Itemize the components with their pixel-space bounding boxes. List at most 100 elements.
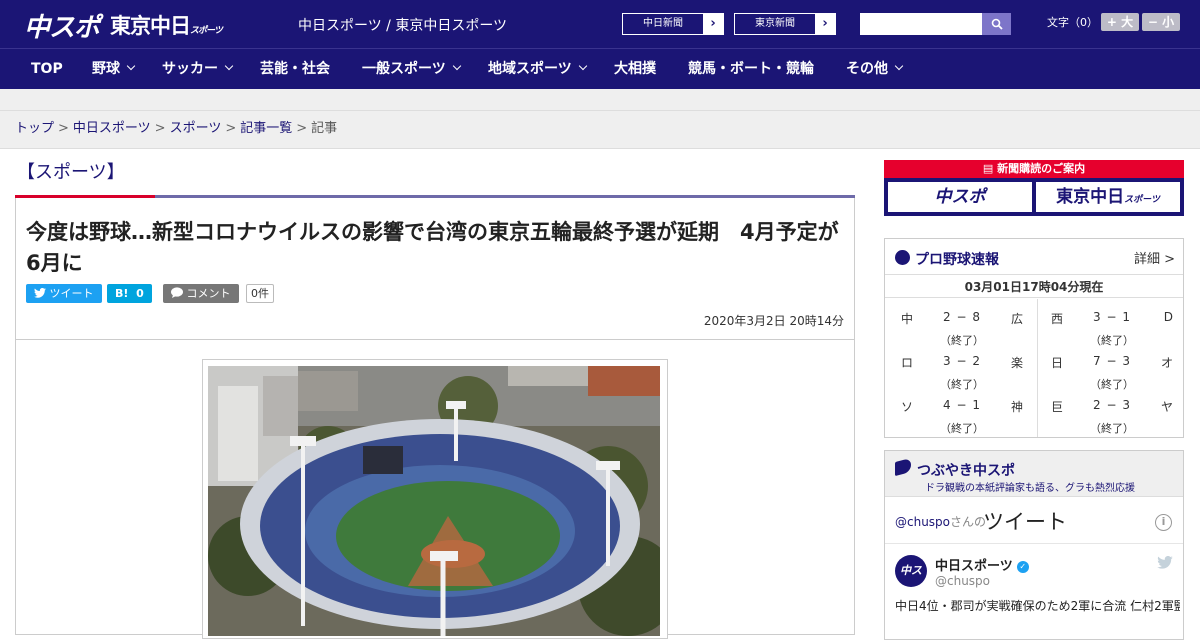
search-input[interactable] (860, 13, 982, 35)
main-nav: TOP 野球 サッカー 芸能・社会 一般スポーツ 地域スポーツ 大相撲 競馬・ボ… (0, 48, 1200, 89)
nav-label: 野球 (92, 61, 120, 77)
subscription-ad-label: 新聞購読のご案内 (997, 162, 1086, 175)
scores-title: プロ野球速報 (915, 252, 999, 268)
chunichi-shimbun-label: 中日新聞 (643, 18, 683, 29)
search-button[interactable] (982, 13, 1011, 35)
game-status: （終了） (1090, 422, 1134, 435)
stadium-illustration (208, 366, 660, 636)
subscription-ad[interactable]: ▤ 新聞購読のご案内 中スポ 東京中日スポーツ (884, 160, 1184, 216)
nav-item-sumo[interactable]: 大相撲 (614, 49, 656, 89)
breadcrumb-separator: > (225, 121, 237, 136)
verified-badge-icon: ✓ (1016, 561, 1029, 573)
article-date: 2020年3月2日 20時14分 (703, 314, 844, 328)
tweets-widget: つぶやき中スポ ドラ観戦の本紙評論家も語る、グラも熱烈応援 @chuspoさんの… (884, 450, 1184, 640)
tweets-owner-handle[interactable]: @chuspo (895, 515, 950, 529)
comment-count: 0件 (246, 284, 274, 303)
font-larger-button[interactable]: + 大 (1101, 13, 1139, 31)
tokyo-shimbun-button[interactable]: 東京新聞 › (734, 13, 836, 35)
game-status: （終了） (940, 422, 984, 435)
tweet-button[interactable]: ツイート (26, 284, 102, 303)
twitter-bird-icon[interactable] (1157, 555, 1173, 569)
article-headline: 今度は野球…新型コロナウイルスの影響で台湾の東京五輪最終予選が延期 4月予定が6… (26, 220, 839, 275)
chevron-right-icon: › (815, 14, 835, 34)
breadcrumb-current: 記事 (311, 121, 338, 136)
twitter-bird-icon (34, 287, 46, 298)
newspaper-icon: ▤ (982, 162, 994, 175)
nav-item-entertainment[interactable]: 芸能・社会 (260, 49, 330, 89)
site-name[interactable]: 中日スポーツ / 東京中日スポーツ (298, 15, 507, 35)
tokyo-logo-small: スポーツ (190, 26, 223, 36)
team-away: D (1163, 310, 1173, 324)
nav-label: TOP (31, 61, 63, 77)
breadcrumb: トップ > 中日スポーツ > スポーツ > 記事一覧 > 記事 (0, 111, 1200, 149)
breadcrumb-separator: > (154, 121, 166, 136)
scores-detail-link[interactable]: 詳細 > (1134, 248, 1175, 267)
team-away: 神 (1010, 400, 1023, 414)
hatena-icon: B! (115, 287, 129, 300)
nav-item-other[interactable]: その他 (846, 49, 904, 89)
nav-label: 芸能・社会 (260, 61, 330, 77)
subscribe-tokyo-chunichi-button[interactable]: 東京中日スポーツ (1036, 182, 1180, 212)
breadcrumb-separator: > (296, 121, 308, 136)
team-away: ヤ (1160, 400, 1173, 414)
pro-baseball-scores: プロ野球速報 詳細 > 03月01日17時04分現在 中 2 − 8 広 （終了… (884, 238, 1184, 438)
breadcrumb-top[interactable]: トップ (15, 121, 54, 136)
site-header: 中スポ 東京中日スポーツ 中日スポーツ / 東京中日スポーツ 中日新聞 › 東京… (0, 0, 1200, 48)
nav-item-racing[interactable]: 競馬・ボート・競輪 (688, 49, 814, 89)
font-smaller-button[interactable]: − 小 (1142, 13, 1180, 31)
nav-label: サッカー (162, 61, 218, 77)
nav-label: 地域スポーツ (488, 61, 572, 77)
game-score[interactable]: 中 2 − 8 広 （終了） (889, 301, 1035, 347)
tokyo-chunichi-small: スポーツ (1124, 195, 1160, 205)
article-divider (15, 339, 855, 340)
search-icon (991, 18, 1003, 30)
nav-item-general-sports[interactable]: 一般スポーツ (362, 49, 461, 89)
hatena-bookmark-button[interactable]: B! 0 (107, 284, 152, 303)
nav-item-top[interactable]: TOP (31, 49, 63, 89)
nav-item-soccer[interactable]: サッカー (162, 49, 234, 89)
ad-gap (0, 89, 1200, 111)
game-score[interactable]: 西 3 − 1 D （終了） (1039, 301, 1185, 347)
article-rule-purple (155, 195, 855, 198)
comment-button[interactable]: コメント (163, 284, 239, 303)
tweet-user-name: 中日スポーツ (935, 559, 1013, 574)
subscribe-chuspo-button[interactable]: 中スポ (888, 182, 1032, 212)
speech-bubble-icon (171, 287, 183, 298)
tokyo-chunichi-logo[interactable]: 東京中日スポーツ (110, 10, 223, 40)
nav-label: その他 (846, 61, 888, 77)
comment-label: コメント (186, 287, 231, 300)
avatar[interactable]: 中スポ (895, 555, 927, 609)
game-score[interactable]: 日 7 − 3 オ （終了） (1039, 345, 1185, 391)
tweet-user[interactable]: 中日スポーツ ✓ (935, 555, 1029, 574)
tweets-separator (885, 543, 1183, 544)
hatena-count: 0 (136, 287, 144, 300)
tweet-user-handle[interactable]: @chuspo (935, 574, 990, 588)
font-size-label: 文字（0） (1047, 16, 1098, 29)
chevron-down-icon (578, 61, 587, 71)
scores-header: プロ野球速報 詳細 > (885, 239, 1183, 275)
tweets-subtitle: ドラ観戦の本紙評論家も語る、グラも熱烈応援 (925, 483, 1135, 494)
tweet-text: 中日4位・郡司が実戦確保のため2軍に合流 仁村2軍監督が説明「出場機会をつくるた… (895, 599, 1180, 613)
chevron-down-icon (894, 61, 904, 71)
chuspo-logo[interactable]: 中スポ (24, 7, 100, 44)
breadcrumb-sports[interactable]: スポーツ (170, 121, 222, 136)
game-score[interactable]: ロ 3 − 2 楽 （終了） (889, 345, 1035, 391)
chunichi-shimbun-button[interactable]: 中日新聞 › (622, 13, 724, 35)
tokyo-chunichi-label: 東京中日 (1056, 187, 1125, 207)
breadcrumb-chunichi-sports[interactable]: 中日スポーツ (73, 121, 151, 136)
tweets-owner-suffix: さんの (950, 515, 987, 529)
nav-item-baseball[interactable]: 野球 (92, 49, 136, 89)
info-icon[interactable]: i (1155, 514, 1172, 531)
nav-item-local-sports[interactable]: 地域スポーツ (488, 49, 587, 89)
game-score[interactable]: 巨 2 − 3 ヤ （終了） (1039, 389, 1185, 435)
team-away: 広 (1010, 312, 1023, 326)
chevron-down-icon (126, 61, 136, 71)
team-away: 楽 (1010, 356, 1023, 370)
tokyo-shimbun-label: 東京新聞 (755, 18, 795, 29)
team-away: オ (1160, 356, 1173, 370)
game-score[interactable]: ソ 4 − 1 神 （終了） (889, 389, 1035, 435)
breadcrumb-article-list[interactable]: 記事一覧 (240, 121, 292, 136)
tweets-title: つぶやき中スポ (917, 463, 1015, 479)
scores-timestamp: 03月01日17時04分現在 (885, 276, 1183, 298)
chevron-down-icon (224, 61, 234, 71)
